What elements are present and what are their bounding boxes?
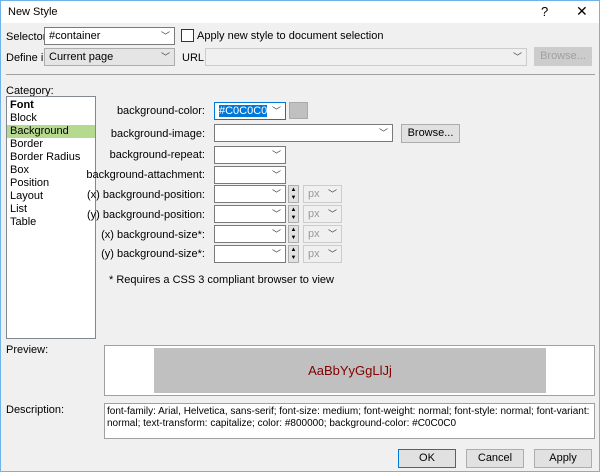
chevron-down-icon: ﹀ — [271, 150, 281, 160]
chevron-down-icon: ﹀ — [271, 106, 281, 116]
selector-label: Selector: — [6, 31, 50, 43]
bg-image-browse-button[interactable]: Browse... — [401, 124, 460, 143]
size-y-combo[interactable]: ﹀ — [214, 245, 286, 263]
size-x-combo[interactable]: ﹀ — [214, 225, 286, 243]
size-x-spinner[interactable]: ▲ ▼ — [288, 225, 299, 243]
category-item-font[interactable]: Font — [7, 99, 95, 112]
category-list[interactable]: Font Block Background Border Border Radi… — [6, 96, 96, 339]
apply-button[interactable]: Apply — [534, 449, 592, 468]
separator — [6, 74, 595, 75]
preview-label: Preview: — [6, 344, 49, 356]
category-item-block[interactable]: Block — [7, 112, 95, 125]
color-swatch[interactable] — [289, 102, 308, 119]
bg-attachment-combo[interactable]: ﹀ — [214, 166, 286, 184]
description-box: font-family: Arial, Helvetica, sans-seri… — [104, 403, 595, 439]
bg-attachment-label: background-attachment: — [86, 169, 205, 181]
pos-y-label: (y) background-position: — [86, 209, 205, 221]
dialog-title: New Style — [8, 6, 58, 18]
pos-x-combo[interactable]: ﹀ — [214, 185, 286, 203]
category-item-table[interactable]: Table — [7, 216, 95, 229]
category-item-border-radius[interactable]: Border Radius — [7, 151, 95, 164]
chevron-down-icon: ﹀ — [327, 249, 337, 259]
bg-color-value: #C0C0C0 — [219, 105, 268, 117]
chevron-down-icon: ﹀ — [327, 209, 337, 219]
chevron-down-icon: ﹀ — [160, 31, 170, 41]
size-y-unit-value: px — [308, 248, 320, 260]
category-item-background[interactable]: Background — [7, 125, 95, 138]
close-button[interactable]: ✕ — [576, 3, 588, 20]
preview-box: AaBbYyGgLlJj — [104, 345, 595, 396]
chevron-down-icon: ﹀ — [378, 128, 388, 138]
category-item-layout[interactable]: Layout — [7, 190, 95, 203]
bg-color-combo[interactable]: #C0C0C0 ﹀ — [214, 102, 286, 120]
category-item-list[interactable]: List — [7, 203, 95, 216]
chevron-down-icon: ﹀ — [271, 189, 281, 199]
size-x-unit-value: px — [308, 228, 320, 240]
bg-color-label: background-color: — [116, 105, 205, 117]
chevron-down-icon: ﹀ — [271, 209, 281, 219]
chevron-down-icon: ﹀ — [512, 52, 522, 62]
bg-image-label: background-image: — [110, 128, 205, 140]
url-combo[interactable]: ﹀ — [205, 48, 527, 66]
chevron-down-icon: ﹀ — [271, 229, 281, 239]
title-bar: New Style ? ✕ — [1, 1, 599, 23]
chevron-down-icon: ﹀ — [160, 52, 170, 62]
category-item-position[interactable]: Position — [7, 177, 95, 190]
chevron-down-icon: ﹀ — [327, 229, 337, 239]
pos-x-unit-value: px — [308, 188, 320, 200]
size-y-label: (y) background-size*: — [101, 248, 205, 260]
url-browse-button[interactable]: Browse... — [534, 47, 592, 66]
selector-combo[interactable]: #container ﹀ — [44, 27, 175, 45]
pos-y-combo[interactable]: ﹀ — [214, 205, 286, 223]
category-item-box[interactable]: Box — [7, 164, 95, 177]
description-label: Description: — [6, 404, 65, 416]
define-in-combo[interactable]: Current page ﹀ — [44, 48, 175, 66]
pos-y-spinner[interactable]: ▲ ▼ — [288, 205, 299, 223]
category-item-border[interactable]: Border — [7, 138, 95, 151]
size-y-unit[interactable]: px ﹀ — [303, 245, 342, 263]
new-style-dialog: New Style ? ✕ Selector: #container ﹀ Appl… — [0, 0, 600, 472]
pos-y-unit-value: px — [308, 208, 320, 220]
define-in-value: Current page — [49, 51, 114, 63]
chevron-down-icon: ﹀ — [327, 189, 337, 199]
pos-y-unit[interactable]: px ﹀ — [303, 205, 342, 223]
bg-repeat-combo[interactable]: ﹀ — [214, 146, 286, 164]
bg-repeat-label: background-repeat: — [109, 149, 205, 161]
help-button[interactable]: ? — [541, 4, 548, 19]
size-x-label: (x) background-size*: — [101, 229, 205, 241]
pos-x-spinner[interactable]: ▲ ▼ — [288, 185, 299, 203]
url-label: URL: — [182, 52, 208, 64]
bg-image-combo[interactable]: ﹀ — [214, 124, 393, 142]
pos-x-unit[interactable]: px ﹀ — [303, 185, 342, 203]
selector-value: #container — [49, 30, 101, 42]
apply-style-label[interactable]: Apply new style to document selection — [197, 30, 384, 42]
ok-button[interactable]: OK — [398, 449, 456, 468]
chevron-down-icon: ﹀ — [271, 249, 281, 259]
chevron-down-icon: ﹀ — [271, 170, 281, 180]
pos-x-label: (x) background-position: — [86, 189, 205, 201]
size-y-spinner[interactable]: ▲ ▼ — [288, 245, 299, 263]
css3-note: * Requires a CSS 3 compliant browser to … — [109, 274, 334, 286]
cancel-button[interactable]: Cancel — [466, 449, 524, 468]
size-x-unit[interactable]: px ﹀ — [303, 225, 342, 243]
apply-style-checkbox[interactable] — [181, 29, 194, 42]
preview-sample: AaBbYyGgLlJj — [154, 348, 546, 393]
